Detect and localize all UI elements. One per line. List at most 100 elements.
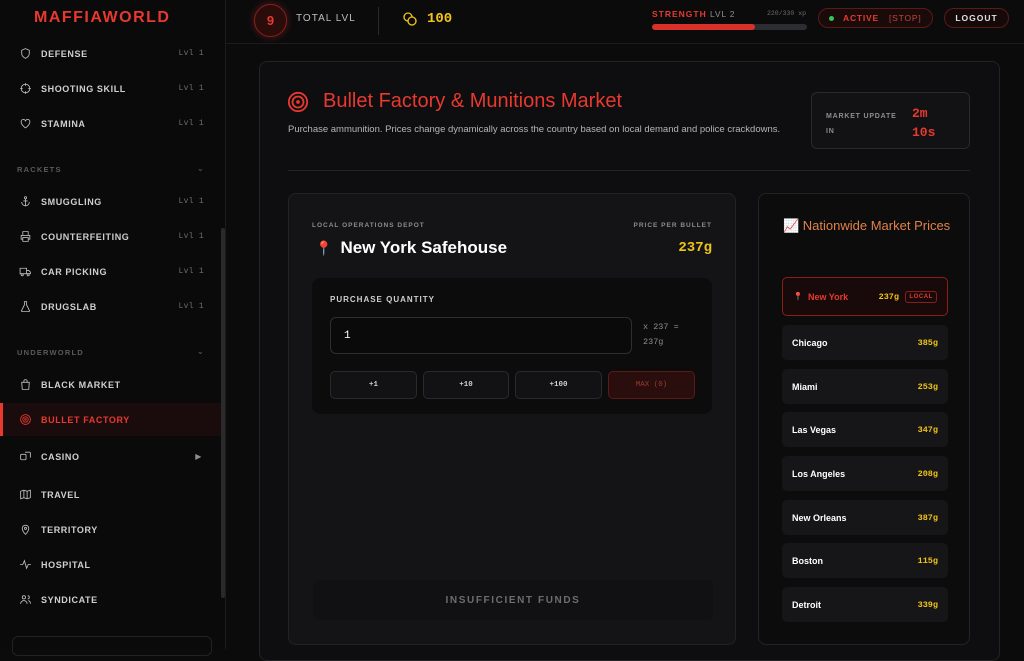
strength-label: STRENGTH [652, 9, 707, 19]
strength-level: LVL 2 [710, 9, 736, 19]
sidebar-item-bullet-factory[interactable]: BULLET FACTORY [0, 403, 222, 436]
sidebar-item-territory[interactable]: TERRITORY [0, 512, 222, 547]
anchor-icon [18, 195, 32, 209]
target-icon [18, 413, 32, 427]
sidebar-item-car-picking[interactable]: CAR PICKING Lvl 1 [0, 254, 222, 289]
sidebar-item-stamina[interactable]: STAMINA Lvl 1 [0, 106, 222, 141]
sidebar-item-counterfeiting[interactable]: COUNTERFEITING Lvl 1 [0, 219, 222, 254]
city-row-boston[interactable]: Boston 115g [782, 543, 948, 578]
sidebar-item-label: SMUGGLING [41, 196, 102, 207]
level-badge: 9 [254, 4, 287, 37]
sidebar-item-label: SHOOTING SKILL [41, 83, 126, 94]
sidebar-item-label: BULLET FACTORY [41, 414, 130, 425]
city-price: 387g [917, 512, 938, 523]
city-price: 115g [917, 555, 938, 566]
activity-status[interactable]: ACTIVE [STOP] [818, 8, 933, 28]
sidebar-item-label: DEFENSE [41, 48, 88, 59]
sidebar-item-label: COUNTERFEITING [41, 231, 130, 242]
depot-name: 📍 New York Safehouse [315, 238, 507, 258]
sidebar-item-level: Lvl 1 [178, 232, 204, 241]
city-row-los-angeles[interactable]: Los Angeles 208g [782, 456, 948, 491]
city-row-new-york[interactable]: 📍 New York 237g LOCAL [782, 277, 948, 316]
section-underworld[interactable]: UNDERWORLD ⌄ [17, 347, 204, 357]
sidebar-item-shooting-skill[interactable]: SHOOTING SKILL Lvl 1 [0, 71, 222, 106]
quantity-total: x 237 = 237g [643, 322, 679, 347]
logout-button[interactable]: LOGOUT [944, 8, 1009, 28]
sidebar-item-hospital[interactable]: HOSPITAL [0, 547, 222, 582]
market-update-value: 2m 10s [912, 104, 952, 142]
sidebar-item-level: Lvl 1 [178, 49, 204, 58]
sidebar-item-level: Lvl 1 [178, 119, 204, 128]
sidebar-item-level: Lvl 1 [178, 84, 204, 93]
city-name: Miami [792, 381, 818, 392]
map-pin-icon: 📍 [793, 292, 803, 301]
nationwide-title: 📈 Nationwide Market Prices [783, 218, 951, 233]
sidebar-item-label: BLACK MARKET [41, 379, 121, 390]
activity-icon [18, 558, 32, 572]
sidebar-item-label: CASINO [41, 451, 80, 462]
chevron-right-icon: ▶ [195, 452, 202, 461]
nationwide-prices-card: 📈 Nationwide Market Prices 📍 New York 23… [758, 193, 970, 645]
target-icon [287, 91, 309, 113]
sidebar-item-travel[interactable]: TRAVEL [0, 477, 222, 512]
flask-icon [18, 300, 32, 314]
crosshair-icon [18, 82, 32, 96]
sidebar-item-smuggling[interactable]: SMUGGLING Lvl 1 [0, 184, 222, 219]
sidebar-scrollbar[interactable] [221, 228, 225, 598]
city-price: 347g [917, 424, 938, 435]
quantity-input[interactable]: 1 [330, 317, 632, 354]
sidebar-item-level: Lvl 1 [178, 302, 204, 311]
city-price: 237g [878, 291, 899, 302]
price-per-bullet-label: PRICE PER BULLET [633, 222, 712, 229]
city-row-las-vegas[interactable]: Las Vegas 347g [782, 412, 948, 447]
sidebar-item-drugslab[interactable]: DRUGSLAB Lvl 1 [0, 289, 222, 324]
dice-icon [18, 450, 32, 464]
map-pin-icon: 📍 [315, 240, 333, 256]
status-label: ACTIVE [843, 13, 879, 23]
sidebar-item-label: STAMINA [41, 118, 86, 129]
page-title: Bullet Factory & Munitions Market [323, 90, 622, 112]
sidebar-item-black-market[interactable]: BLACK MARKET [0, 367, 222, 402]
page-description: Purchase ammunition. Prices change dynam… [288, 124, 781, 135]
sidebar-item-defense[interactable]: DEFENSE Lvl 1 [0, 36, 222, 71]
market-update-countdown: 2m 10s [912, 106, 936, 140]
users-icon [18, 593, 32, 607]
local-depot-card: LOCAL OPERATIONS DEPOT PRICE PER BULLET … [288, 193, 736, 645]
section-label: RACKETS [17, 165, 62, 174]
city-row-miami[interactable]: Miami 253g [782, 369, 948, 404]
city-price: 208g [917, 468, 938, 479]
buy-button[interactable]: INSUFFICIENT FUNDS [313, 580, 713, 620]
city-price: 385g [917, 337, 938, 348]
sidebar-item-label: CAR PICKING [41, 266, 108, 277]
app-logo[interactable]: MAFFIAWORLD [34, 9, 170, 27]
sidebar-item-syndicate[interactable]: SYNDICATE [0, 582, 222, 617]
truck-icon [18, 265, 32, 279]
city-name: New Orleans [792, 512, 847, 523]
strength-xp: 220/330 xp [767, 10, 807, 17]
chevron-down-icon: ⌄ [197, 164, 205, 173]
market-update-label: MARKET UPDATE IN [826, 113, 897, 135]
market-update-timer: MARKET UPDATE IN 2m 10s [811, 92, 970, 149]
city-row-chicago[interactable]: Chicago 385g [782, 325, 948, 360]
city-row-new-orleans[interactable]: New Orleans 387g [782, 500, 948, 535]
sidebar-footer-card [12, 636, 212, 656]
sidebar-item-level: Lvl 1 [178, 267, 204, 276]
city-name: Detroit [792, 599, 821, 610]
max-button[interactable]: MAX (0) [608, 371, 695, 399]
add-10-button[interactable]: +10 [423, 371, 509, 399]
city-name: New York [807, 291, 849, 302]
add-1-button[interactable]: +1 [330, 371, 417, 399]
sidebar-item-casino[interactable]: CASINO ▶ [0, 439, 222, 474]
sidebar-item-level: Lvl 1 [178, 197, 204, 206]
add-100-button[interactable]: +100 [515, 371, 602, 399]
coins-icon [403, 12, 417, 26]
city-price: 339g [917, 599, 938, 610]
sidebar-item-label: TRAVEL [41, 489, 80, 500]
section-label: UNDERWORLD [17, 348, 84, 357]
strength-progress-bar [652, 24, 807, 30]
stop-button[interactable]: [STOP] [889, 13, 922, 23]
price-per-bullet: 237g [678, 240, 712, 256]
section-rackets[interactable]: RACKETS ⌄ [17, 164, 204, 174]
city-row-detroit[interactable]: Detroit 339g [782, 587, 948, 622]
total-level-label: TOTAL LVL [296, 13, 356, 24]
